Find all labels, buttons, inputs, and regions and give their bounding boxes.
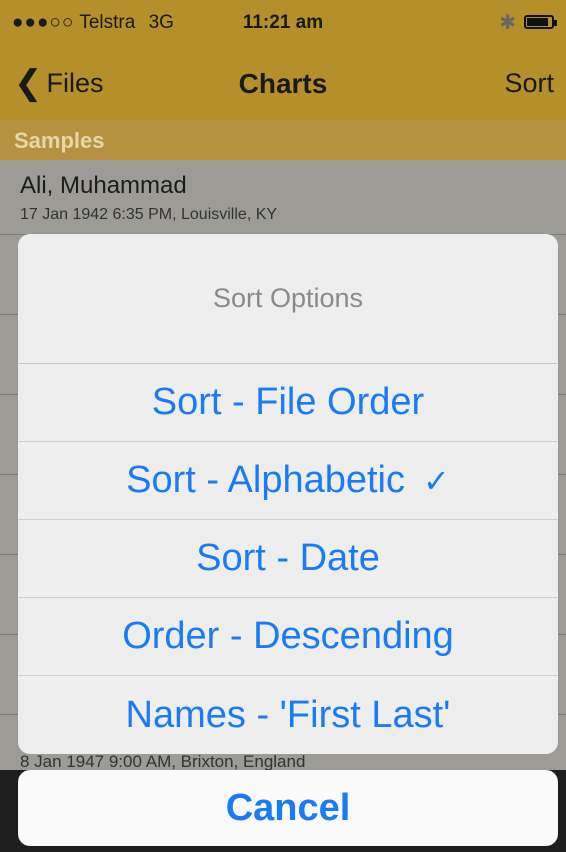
back-button[interactable]: ❮ Files <box>14 66 104 100</box>
option-label: Order - Descending <box>122 615 454 657</box>
checkmark-icon: ✓ <box>423 462 450 499</box>
option-label: Names - 'First Last' <box>125 693 451 736</box>
cancel-button[interactable]: Cancel <box>18 770 558 846</box>
sort-date-option[interactable]: Sort - Date <box>18 520 558 598</box>
section-header-label: Samples <box>14 128 105 153</box>
order-descending-option[interactable]: Order - Descending <box>18 598 558 676</box>
names-first-last-option[interactable]: Names - 'First Last' <box>18 676 558 754</box>
sort-file-order-option[interactable]: Sort - File Order <box>18 364 558 442</box>
sort-alphabetic-option[interactable]: Sort - Alphabetic ✓ <box>18 442 558 520</box>
sort-options-sheet: Sort Options Sort - File Order Sort - Al… <box>18 234 558 754</box>
bluetooth-icon: ✱ <box>499 12 516 34</box>
list-item-subtitle: 17 Jan 1942 6:35 PM, Louisville, KY <box>20 206 278 223</box>
sort-button[interactable]: Sort <box>504 68 554 99</box>
back-button-label: Files <box>46 67 104 98</box>
status-bar: ●●●○○ Telstra 3G 11:21 am ✱ <box>0 0 566 44</box>
option-label: Sort - File Order <box>151 381 425 423</box>
list-item-subtitle: 8 Jan 1947 9:00 AM, Brixton, England <box>20 752 306 771</box>
list-item[interactable]: Ali, Muhammad 17 Jan 1942 6:35 PM, Louis… <box>0 160 566 232</box>
navigation-bar: ❮ Files Charts Sort <box>0 44 566 120</box>
list-item-name: Ali, Muhammad <box>20 172 187 199</box>
chevron-left-icon: ❮ <box>14 64 43 102</box>
option-label: Sort - Date <box>196 537 380 579</box>
section-header: Samples <box>0 120 566 160</box>
battery-icon <box>524 15 557 29</box>
option-label: Sort - Alphabetic <box>126 459 405 501</box>
sheet-title: Sort Options <box>18 234 558 364</box>
status-time: 11:21 am <box>242 12 324 33</box>
